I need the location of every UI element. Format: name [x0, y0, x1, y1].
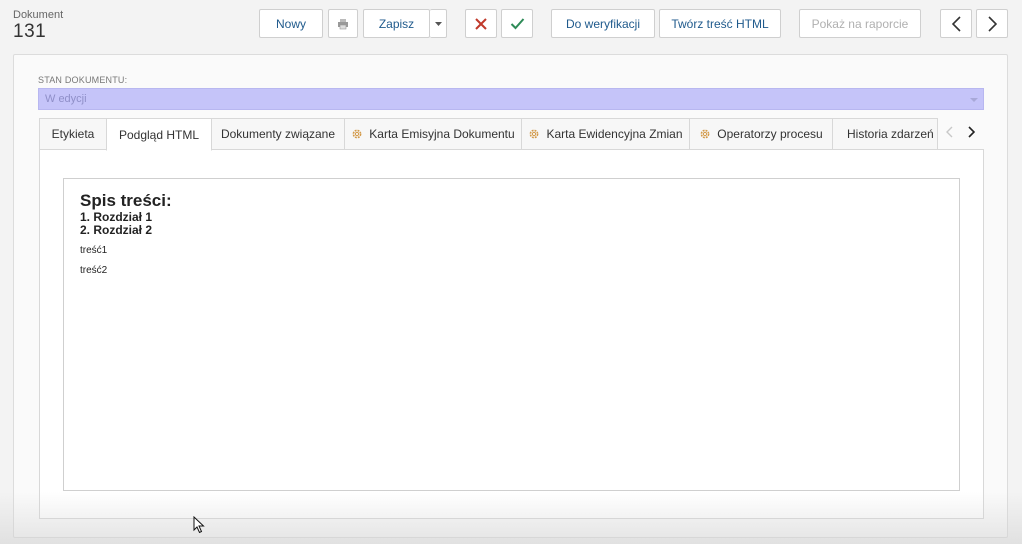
tab-etykieta[interactable]: Etykieta [39, 118, 107, 150]
tab-label: Operatorzy procesu [717, 127, 823, 141]
tab-html-preview[interactable]: Podgląd HTML [106, 118, 212, 151]
cancel-button[interactable] [465, 9, 497, 38]
chevron-right-icon [967, 125, 975, 143]
html-preview-frame: Spis treści: 1. Rozdział 1 2. Rozdział 2… [63, 178, 960, 491]
tab-event-history[interactable]: Historia zdarzeń [832, 118, 938, 150]
save-dropdown-button[interactable] [430, 9, 447, 38]
previous-button[interactable] [940, 9, 972, 38]
gear-icon [699, 128, 711, 140]
document-label: Dokument [13, 9, 64, 21]
document-state-label: STAN DOKUMENTU: [38, 75, 128, 85]
show-on-report-button[interactable]: Pokaż na raporcie [799, 9, 921, 38]
check-icon [510, 17, 525, 30]
next-button[interactable] [976, 9, 1008, 38]
tab-bar: Etykieta Podgląd HTML Dokumenty związane… [39, 118, 984, 151]
chevron-left-icon [945, 125, 953, 143]
mouse-cursor-icon [193, 515, 205, 539]
preview-heading: Spis treści: [80, 191, 172, 210]
caret-down-icon [434, 21, 442, 26]
toc-item[interactable]: 1. Rozdział 1 [80, 210, 152, 224]
print-icon [337, 18, 349, 30]
chevron-right-icon [987, 15, 997, 32]
save-button[interactable]: Zapisz [363, 9, 430, 38]
tab-emission-card[interactable]: Karta Emisyjna Dokumentu [344, 118, 522, 150]
gear-icon [528, 128, 540, 140]
print-button[interactable] [328, 9, 358, 38]
preview-paragraph: treść1 [80, 245, 108, 256]
to-verification-button[interactable]: Do weryfikacji [551, 9, 655, 38]
document-number: 131 [13, 21, 47, 42]
tab-label: Historia zdarzeń [847, 127, 934, 141]
tab-label: Etykieta [51, 127, 95, 141]
new-button[interactable]: Nowy [259, 9, 323, 38]
document-panel: STAN DOKUMENTU: W edycji Etykieta Podglą… [13, 54, 1008, 538]
tab-content-html-preview: Spis treści: 1. Rozdział 1 2. Rozdział 2… [39, 149, 984, 519]
caret-down-icon [970, 98, 978, 102]
confirm-button[interactable] [501, 9, 533, 38]
document-state-value: W edycji [45, 93, 87, 105]
tab-label: Dokumenty związane [220, 127, 336, 141]
document-state-select[interactable]: W edycji [38, 88, 984, 110]
tab-label: Podgląd HTML [118, 127, 200, 142]
tab-change-record-card[interactable]: Karta Ewidencyjna Zmian [521, 118, 690, 150]
tab-scroll-right-button[interactable] [963, 118, 979, 150]
tab-related-documents[interactable]: Dokumenty związane [211, 118, 345, 150]
tab-label: Karta Ewidencyjna Zmian [546, 127, 683, 141]
create-html-button[interactable]: Twórz treść HTML [659, 9, 781, 38]
x-icon [474, 17, 488, 31]
top-bar: Dokument 131 Nowy Zapisz Do weryfikacji … [0, 0, 1022, 48]
tab-process-operators[interactable]: Operatorzy procesu [689, 118, 833, 150]
preview-paragraph: treść2 [80, 265, 108, 276]
tab-scroll-left-button[interactable] [941, 118, 957, 150]
toc-item[interactable]: 2. Rozdział 2 [80, 223, 152, 237]
tab-label: Karta Emisyjna Dokumentu [369, 127, 515, 141]
gear-icon [351, 128, 363, 140]
chevron-left-icon [951, 15, 961, 32]
